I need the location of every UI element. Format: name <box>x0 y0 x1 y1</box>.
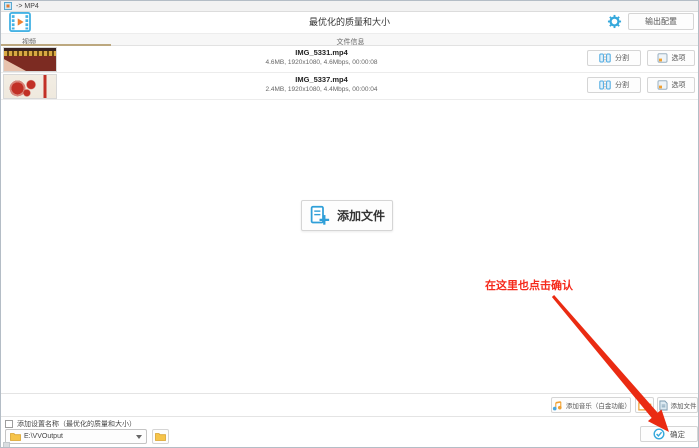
confirm-button[interactable]: 确定 <box>640 426 698 442</box>
chevron-down-icon <box>136 434 142 439</box>
converter-window: -> MP4 最优化的质量和大小 输出配置 视频 文件信息 IMG_5331.m… <box>0 0 699 448</box>
video-filename: IMG_5331.mp4 <box>295 48 348 57</box>
add-files-secondary-label: 添加文件 <box>670 403 697 410</box>
add-file-icon <box>310 205 330 225</box>
open-folder-button[interactable] <box>635 397 654 413</box>
output-config-label: 输出配置 <box>645 17 677 26</box>
options-icon <box>657 80 667 90</box>
video-details: 2.4MB, 1920x1080, 4.4Mbps, 00:00:04 <box>265 86 378 93</box>
options-label: 选项 <box>671 55 686 62</box>
browse-folder-button[interactable] <box>152 429 169 444</box>
video-details: 4.6MB, 1920x1080, 4.6Mbps, 00:00:08 <box>265 59 378 66</box>
split-icon <box>599 53 611 63</box>
add-files-secondary-button[interactable]: 添加文件 <box>657 397 698 413</box>
append-setting-name-checkbox[interactable] <box>5 420 13 428</box>
folder-arrow-icon <box>637 401 651 410</box>
corner-grip <box>3 442 10 447</box>
split-label: 分割 <box>615 82 629 89</box>
table-row[interactable]: IMG_5337.mp4 2.4MB, 1920x1080, 4.4Mbps, … <box>1 73 698 100</box>
add-music-button[interactable]: 添加音乐（白金功能） <box>551 397 631 413</box>
video-thumbnail[interactable] <box>3 74 57 99</box>
split-button[interactable]: 分割 <box>587 50 641 66</box>
folder-icon <box>10 433 21 441</box>
music-note-icon <box>552 400 562 410</box>
check-circle-icon <box>653 428 665 440</box>
video-thumbnail[interactable] <box>3 47 57 72</box>
preset-title: 最优化的质量和大小 <box>308 17 390 27</box>
file-icon <box>658 400 668 410</box>
folder-icon <box>155 433 166 441</box>
split-label: 分割 <box>615 55 629 62</box>
window-title: -> MP4 <box>16 2 39 10</box>
options-label: 选项 <box>671 82 686 89</box>
gear-icon[interactable] <box>607 14 622 29</box>
footer-separator <box>1 416 698 417</box>
add-files-label: 添加文件 <box>336 209 385 223</box>
options-icon <box>657 53 667 63</box>
app-icon <box>4 2 12 10</box>
options-button[interactable]: 选项 <box>647 77 695 93</box>
append-setting-name-label: 添加设置名称（最优化的质量和大小） <box>17 421 136 428</box>
title-bar[interactable]: -> MP4 <box>1 1 698 12</box>
add-files-button[interactable]: 添加文件 <box>301 200 393 231</box>
split-button[interactable]: 分割 <box>587 77 641 93</box>
add-music-label: 添加音乐（白金功能） <box>565 403 631 410</box>
annotation-text: 在这里也点击确认 <box>485 280 573 292</box>
output-path-dropdown[interactable]: E:\VVOutput <box>5 429 147 444</box>
options-button[interactable]: 选项 <box>647 50 695 66</box>
output-config-button[interactable]: 输出配置 <box>628 13 694 30</box>
output-path-value: E:\VVOutput <box>24 433 63 440</box>
video-filename: IMG_5337.mp4 <box>295 75 348 84</box>
table-row[interactable]: IMG_5331.mp4 4.6MB, 1920x1080, 4.6Mbps, … <box>1 46 698 73</box>
confirm-label: 确定 <box>670 429 685 439</box>
toolbar-separator <box>1 393 698 394</box>
split-icon <box>599 80 611 90</box>
append-setting-name-option[interactable]: 添加设置名称（最优化的质量和大小） <box>5 419 136 429</box>
